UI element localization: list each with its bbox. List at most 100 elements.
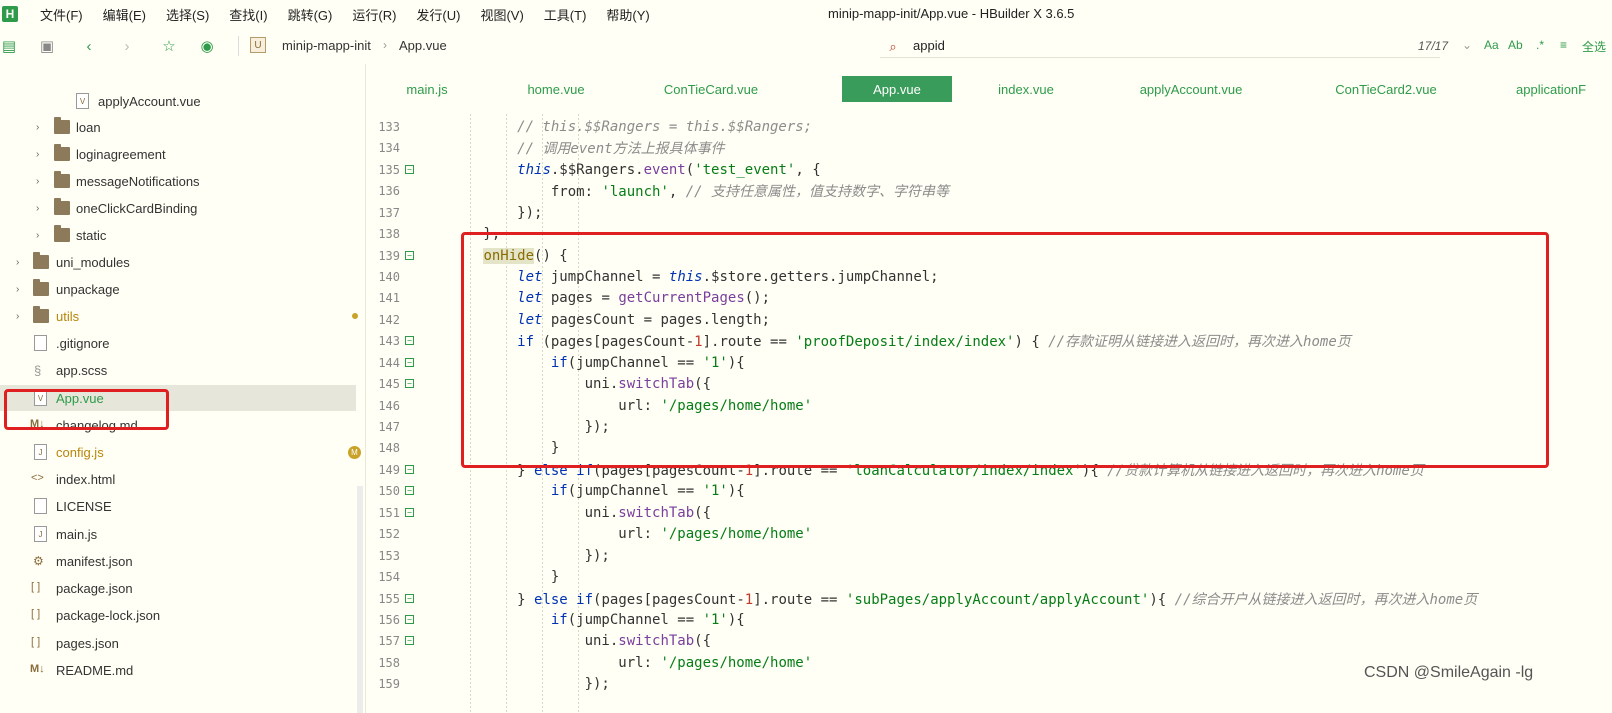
menu-select[interactable]: 选择(S) [166,5,209,24]
fold-toggle-icon[interactable]: − [405,336,414,346]
tree-item-index-html[interactable]: <> index.html [0,466,356,492]
chevron-right-icon[interactable]: › [36,203,39,214]
tree-item-uni-modules[interactable]: › uni_modules [0,249,356,275]
list-icon[interactable]: ≡ [1560,38,1567,52]
fold-toggle-icon[interactable]: − [405,165,414,175]
code-text: // this.$$Rangers = this.$$Rangers; [416,118,813,135]
tab-app-vue[interactable]: App.vue [842,76,952,102]
code-text: url: '/pages/home/home' [416,525,813,542]
fold-toggle-icon[interactable]: − [405,615,414,625]
tab-contiecard2-vue[interactable]: ConTieCard2.vue [1326,76,1446,102]
code-line: 134 // 调用event方法上报具体事件 [366,137,1612,158]
markdown-file-icon: M↓ [30,663,45,675]
tree-item-main-js[interactable]: J main.js [0,521,356,547]
tab-applicationf[interactable]: applicationF [1516,76,1612,102]
tree-item-readme-md[interactable]: M↓ README.md [0,657,356,683]
line-number: 142 [378,312,400,327]
search-icon: ⌕ [889,39,897,54]
tree-item-app-scss[interactable]: § app.scss [0,357,356,383]
menu-tools[interactable]: 工具(T) [544,5,587,24]
tab-home-vue[interactable]: home.vue [516,76,596,102]
fold-toggle-icon[interactable]: − [405,379,414,389]
new-file-icon[interactable]: ▤ [0,37,18,55]
run-icon[interactable]: ◉ [198,37,216,55]
toolbar: ▤ ▣ ‹ › ☆ ◉ U minip-mapp-init › App.vue … [0,28,1612,64]
select-all-button[interactable]: 全选 [1582,38,1606,55]
sidebar-scrollbar[interactable] [357,486,363,713]
code-line: 133 // this.$$Rangers = this.$$Rangers; [366,116,1612,137]
regex-icon[interactable]: .* [1536,38,1544,52]
fold-toggle-icon[interactable]: − [405,251,414,261]
tree-item-gitignore[interactable]: .gitignore [0,330,356,356]
tree-item-pages-json[interactable]: [ ] pages.json [0,630,356,656]
menu-view[interactable]: 视图(V) [480,5,523,24]
html-file-icon: <> [31,472,44,484]
code-line: 135 − this.$$Rangers.event('test_event',… [366,159,1612,180]
chevron-right-icon[interactable]: › [16,284,19,295]
menu-publish[interactable]: 发行(U) [416,5,460,24]
tree-item-package-lock-json[interactable]: [ ] package-lock.json [0,602,356,628]
tree-item-package-json[interactable]: [ ] package.json [0,575,356,601]
fold-toggle-icon[interactable]: − [405,465,414,475]
back-arrow-icon[interactable]: ‹ [80,37,98,55]
chevron-right-icon[interactable]: › [16,257,19,268]
tree-item-messagenotifications[interactable]: › messageNotifications [0,168,356,194]
search-field[interactable] [880,36,1440,58]
menu-find[interactable]: 查找(I) [229,5,267,24]
fold-toggle-icon[interactable]: − [405,594,414,604]
line-number: 145 [378,376,400,391]
tree-item-static[interactable]: › static [0,222,356,248]
search-options-chevron-icon[interactable]: ⌄ [1462,38,1472,52]
tree-item-oneclickcardbinding[interactable]: › oneClickCardBinding [0,195,356,221]
breadcrumb-file[interactable]: App.vue [399,38,447,53]
fold-toggle-icon[interactable]: − [405,508,414,518]
code-text: if(jumpChannel == '1'){ [550,611,745,628]
tree-item-applyaccount-vue[interactable]: V applyAccount.vue [0,88,356,114]
line-number: 154 [378,569,400,584]
tab-contiecard-vue[interactable]: ConTieCard.vue [656,76,766,102]
tree-item-utils[interactable]: › utils [0,303,358,329]
menu-edit[interactable]: 编辑(E) [103,5,146,24]
tree-item-unpackage[interactable]: › unpackage [0,276,356,302]
fold-toggle-icon[interactable]: − [405,636,414,646]
save-icon[interactable]: ▣ [38,37,56,55]
chevron-right-icon[interactable]: › [36,149,39,160]
whole-word-button[interactable]: Ab [1508,38,1523,52]
vue-file-icon: V [76,93,89,109]
folder-icon [54,171,70,188]
menu-run[interactable]: 运行(R) [352,5,396,24]
menu-file[interactable]: 文件(F) [40,5,83,24]
code-text: url: '/pages/home/home' [416,654,813,671]
match-case-button[interactable]: Aa [1484,38,1499,52]
menu-goto[interactable]: 跳转(G) [288,5,333,24]
json-file-icon: [ ] [31,581,41,593]
chevron-right-icon[interactable]: › [16,311,19,322]
fold-toggle-icon[interactable]: − [405,486,414,496]
code-line: 151 − uni.switchTab({ [366,502,1612,523]
tree-item-loginagreement[interactable]: › loginagreement [0,141,356,167]
code-text: }); [416,675,610,692]
code-text: } else if(pages[pagesCount-1].route == '… [416,591,1478,608]
chevron-right-icon[interactable]: › [36,176,39,187]
tree-item-license[interactable]: LICENSE [0,493,356,519]
star-icon[interactable]: ☆ [160,37,178,55]
fold-toggle-icon[interactable]: − [405,358,414,368]
menu-help[interactable]: 帮助(Y) [606,5,649,24]
js-file-icon: J [34,444,47,460]
tree-item-manifest-json[interactable]: ⚙ manifest.json [0,548,356,574]
tab-main-js[interactable]: main.js [392,76,462,102]
tree-item-loan[interactable]: › loan [0,114,356,140]
tab-applyaccount-vue[interactable]: applyAccount.vue [1126,76,1256,102]
forward-arrow-icon[interactable]: › [118,37,136,55]
line-number: 134 [378,140,400,155]
modified-badge-icon: M [348,445,361,459]
chevron-right-icon[interactable]: › [36,122,39,133]
search-input[interactable]: appid [913,38,945,53]
tab-index-vue[interactable]: index.vue [986,76,1066,102]
breadcrumb-project[interactable]: minip-mapp-init [282,38,371,53]
tree-item-label: main.js [56,526,98,542]
line-number: 152 [378,526,400,541]
tree-item-config-js[interactable]: J config.js M [0,439,361,465]
chevron-right-icon[interactable]: › [36,230,39,241]
folder-icon [54,225,70,242]
